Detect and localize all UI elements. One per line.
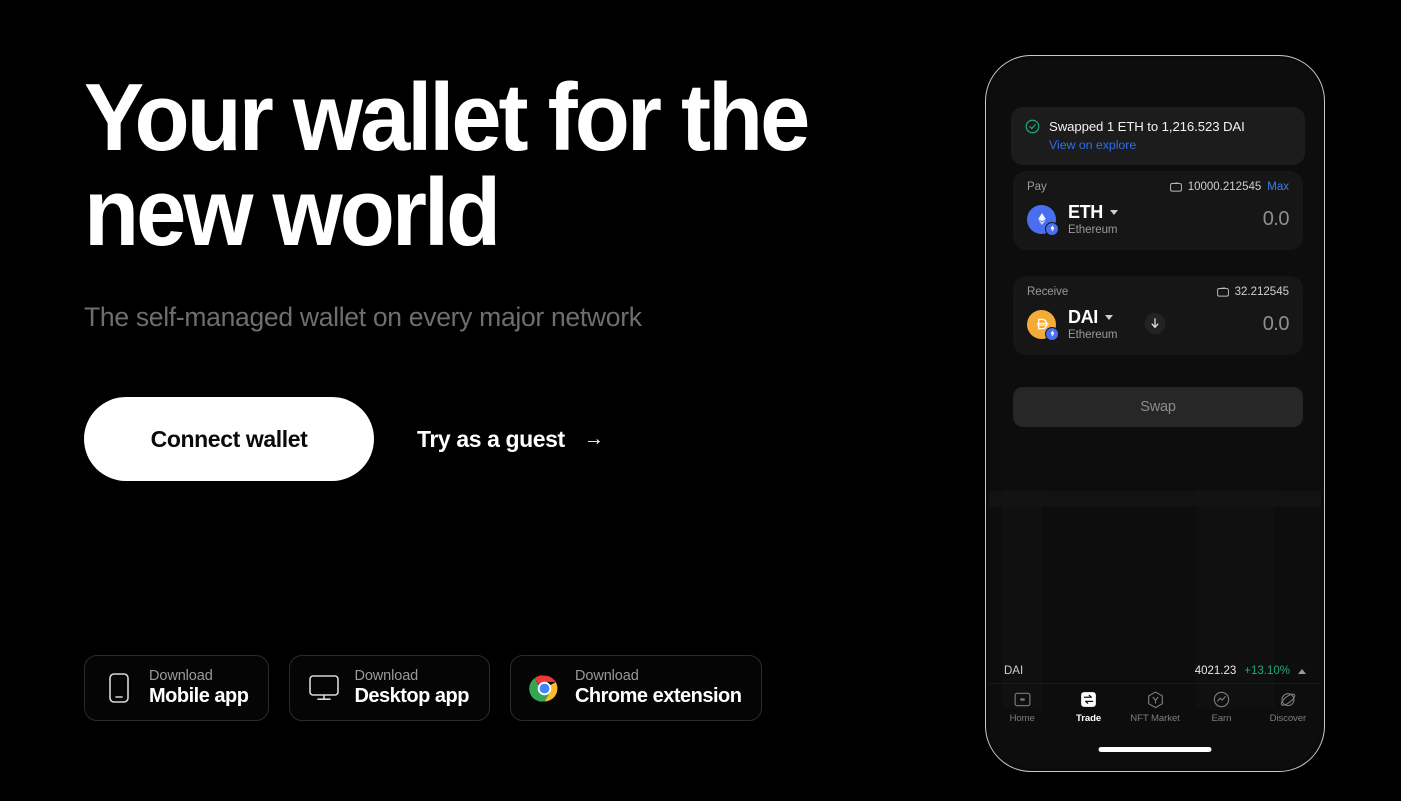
nav-label: Earn (1211, 713, 1232, 724)
earn-icon (1212, 690, 1231, 709)
arrow-right-icon: → (583, 427, 604, 450)
phone-screen: Swapped 1 ETH to 1,216.523 DAI View on e… (989, 59, 1321, 768)
hero-subtitle: The self-managed wallet on every major n… (84, 302, 642, 332)
nav-item-nft-market[interactable]: NFT Market (1122, 690, 1188, 724)
receive-balance: 32.212545 (1234, 286, 1289, 298)
ticker-price: 4021.23 (1194, 665, 1237, 677)
chevron-down-icon (1109, 210, 1118, 215)
ticker-symbol: DAI (1004, 665, 1024, 677)
ticker-change: +13.10% (1244, 665, 1290, 677)
download-chrome-extension-button[interactable]: Download Chrome extension (509, 655, 763, 721)
discover-icon (1278, 690, 1297, 709)
phone-mockup: Swapped 1 ETH to 1,216.523 DAI View on e… (985, 55, 1325, 772)
download-label: Download (574, 668, 639, 684)
wallet-icon (1216, 287, 1229, 297)
download-buttons-row: Download Mobile app Download Desktop app (84, 655, 763, 721)
pay-token-network: Ethereum (1068, 224, 1118, 236)
hero-section: Your wallet for the new world The self-m… (84, 70, 944, 333)
network-badge-icon (1045, 326, 1059, 341)
receive-balance-group: 32.212545 (1216, 286, 1289, 298)
page-title: Your wallet for the new world (84, 64, 810, 266)
swap-button[interactable]: Swap (1013, 387, 1303, 427)
notification-message: Swapped 1 ETH to 1,216.523 DAI (1049, 119, 1245, 134)
chrome-logo-icon (529, 672, 561, 704)
nav-label: Trade (1076, 713, 1102, 724)
home-indicator (1098, 747, 1212, 752)
network-badge-icon (1045, 221, 1059, 236)
nav-label: Home (1009, 713, 1035, 724)
bottom-navigation: Home Trade NFT Market Earn Discover (989, 684, 1321, 738)
nav-item-earn[interactable]: Earn (1188, 690, 1254, 724)
landing-page: Your wallet for the new world The self-m… (0, 0, 1401, 801)
pay-amount-input[interactable]: 0.0 (1263, 208, 1290, 231)
nav-label: Discover (1269, 713, 1307, 724)
desktop-monitor-icon (308, 672, 340, 704)
trade-icon (1079, 690, 1098, 709)
receive-amount-input[interactable]: 0.0 (1263, 313, 1290, 336)
pay-balance-group: 10000.212545 Max (1169, 181, 1289, 193)
download-label: Download (149, 668, 213, 684)
download-desktop-app-button[interactable]: Download Desktop app (289, 655, 490, 721)
home-icon (1013, 690, 1032, 709)
connect-wallet-button[interactable]: Connect wallet (84, 397, 374, 481)
swap-success-notification: Swapped 1 ETH to 1,216.523 DAI View on e… (1011, 107, 1305, 165)
chevron-down-icon (1104, 315, 1113, 320)
mobile-phone-icon (103, 672, 135, 704)
eth-token-icon (1027, 204, 1059, 236)
nft-market-icon (1146, 690, 1165, 709)
view-on-explore-link[interactable]: View on explore (1049, 138, 1291, 152)
try-as-guest-label: Try as a guest (417, 425, 565, 452)
swap-direction-button[interactable] (1144, 313, 1166, 334)
receive-token-selector[interactable]: DAI (1068, 307, 1117, 328)
nav-item-discover[interactable]: Discover (1255, 690, 1321, 724)
wallet-icon (1169, 182, 1182, 192)
receive-token-network: Ethereum (1068, 329, 1118, 341)
download-target-label: Mobile app (149, 685, 249, 707)
max-button[interactable]: Max (1267, 181, 1289, 193)
receive-label: Receive (1027, 286, 1069, 298)
pay-token-selector[interactable]: ETH (1068, 202, 1118, 223)
pay-label: Pay (1027, 181, 1047, 193)
download-target-label: Chrome extension (574, 685, 742, 707)
nav-item-home[interactable]: Home (989, 690, 1055, 724)
dai-token-icon (1027, 309, 1059, 341)
receive-token-symbol: DAI (1068, 307, 1098, 327)
background-texture-bar (989, 491, 1321, 507)
nav-label: NFT Market (1130, 713, 1180, 724)
download-target-label: Desktop app (354, 685, 469, 707)
pay-balance: 10000.212545 (1187, 181, 1262, 193)
pay-card: Pay 10000.212545 Max ETH Ethereum 0.0 (1013, 171, 1303, 250)
chevron-up-icon[interactable] (1298, 668, 1306, 674)
price-ticker[interactable]: DAI 4021.23 +13.10% (989, 659, 1321, 684)
pay-token-symbol: ETH (1068, 202, 1103, 222)
nav-item-trade[interactable]: Trade (1055, 690, 1121, 724)
cta-row: Connect wallet Try as a guest → (84, 397, 604, 481)
download-mobile-app-button[interactable]: Download Mobile app (84, 655, 270, 721)
download-label: Download (354, 668, 419, 684)
check-circle-icon (1025, 119, 1040, 134)
try-as-guest-button[interactable]: Try as a guest → (417, 425, 604, 453)
